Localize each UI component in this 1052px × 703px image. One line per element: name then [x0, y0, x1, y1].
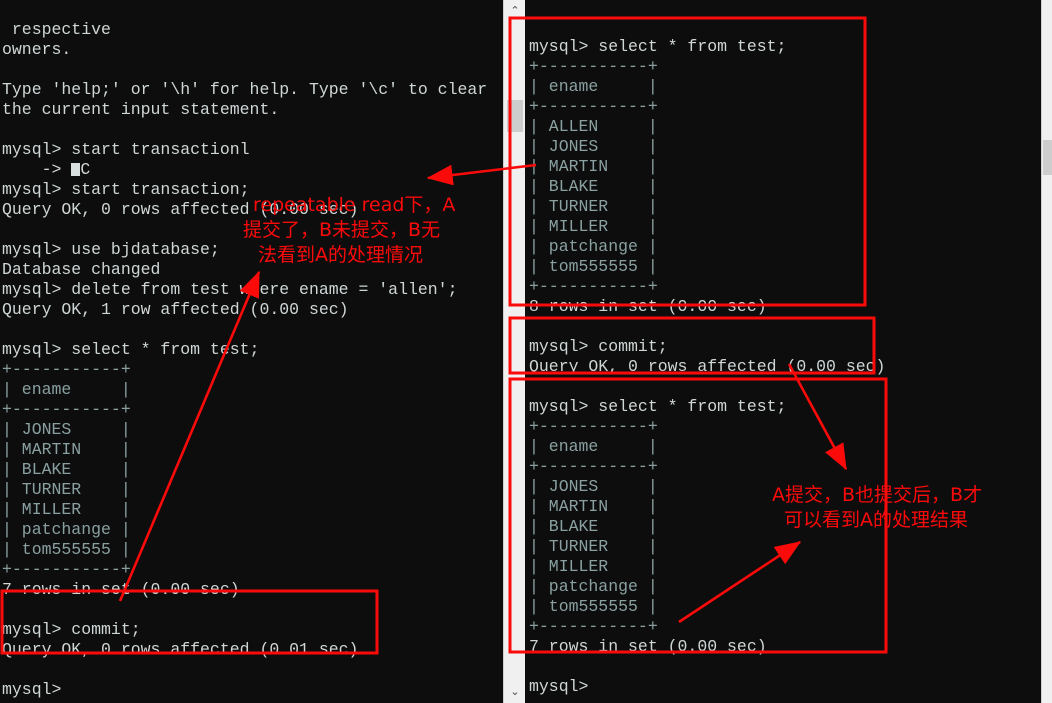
terminal-line: Query OK, 0 rows affected (0.01 sec) [2, 639, 359, 659]
terminal-line: | tom555555 | [529, 596, 658, 616]
terminal-line: mysql> select * from test; [529, 36, 787, 56]
left-terminal-text: respective owners. Type 'help;' or '\h' f… [0, 17, 487, 700]
terminal-line: | TURNER | [529, 536, 658, 556]
terminal-line: +-----------+ [529, 56, 658, 76]
terminal-line: +-----------+ [529, 456, 658, 476]
terminal-line: owners. [2, 39, 72, 59]
terminal-line: | tom555555 | [2, 539, 131, 559]
terminal-line: | patchange | [529, 236, 658, 256]
terminal-line: +-----------+ [2, 399, 131, 419]
terminal-line: | MARTIN | [2, 439, 131, 459]
scroll-down-icon[interactable]: ⌄ [504, 683, 526, 701]
terminal-line: +-----------+ [529, 276, 658, 296]
scroll-up-icon[interactable]: ⌃ [504, 2, 526, 20]
terminal-line: mysql> start transactionl [2, 139, 250, 159]
terminal-line: mysql> commit; [2, 619, 141, 639]
terminal-line: respective [2, 19, 111, 39]
terminal-line: mysql> commit; [529, 336, 668, 356]
terminal-line: | MILLER | [529, 556, 658, 576]
terminal-line: | JONES | [529, 136, 658, 156]
terminal-line: +-----------+ [529, 416, 658, 436]
terminal-line: | BLAKE | [2, 459, 131, 479]
scrollbar-thumb[interactable] [507, 100, 523, 132]
terminal-line: | patchange | [2, 519, 131, 539]
terminal-line: 8 rows in set (0.00 sec) [529, 296, 767, 316]
annotation-right-line2: 可以看到A的处理结果 [784, 509, 968, 531]
terminal-line: | TURNER | [2, 479, 131, 499]
terminal-line: mysql> select * from test; [529, 396, 787, 416]
annotation-right-line1: A提交，B也提交后，B才 [772, 484, 983, 506]
scrollbar-thumb[interactable] [1043, 140, 1052, 175]
terminal-line: | ename | [529, 76, 658, 96]
terminal-line: 7 rows in set (0.00 sec) [2, 579, 240, 599]
left-terminal-scrollbar[interactable]: ⌃ ⌄ [503, 0, 526, 703]
terminal-line: +-----------+ [529, 96, 658, 116]
terminal-line: Type 'help;' or '\h' for help. Type '\c'… [2, 79, 488, 99]
left-terminal-panel[interactable]: respective owners. Type 'help;' or '\h' f… [0, 0, 503, 703]
terminal-cursor [71, 162, 81, 176]
terminal-line: | MARTIN | [529, 156, 658, 176]
annotation-left-line3: 法看到A的处理情况 [258, 244, 423, 266]
right-terminal-scrollbar[interactable] [1041, 0, 1052, 703]
terminal-line: | ename | [2, 379, 131, 399]
terminal-line: +-----------+ [2, 559, 131, 579]
terminal-line: mysql> select * from test; [2, 339, 260, 359]
terminal-line: | BLAKE | [529, 176, 658, 196]
terminal-line: +-----------+ [529, 616, 658, 636]
terminal-line: Query OK, 0 rows affected (0.00 sec) [529, 356, 886, 376]
terminal-line: -> C [2, 159, 91, 179]
terminal-line: | ALLEN | [529, 116, 658, 136]
right-terminal-text: mysql> select * from test; +-----------+ |… [525, 17, 885, 697]
terminal-line: mysql> [2, 679, 62, 699]
terminal-line: mysql> [529, 676, 589, 696]
terminal-line: mysql> delete from test where ename = 'a… [2, 279, 458, 299]
terminal-line: 7 rows in set (0.00 sec) [529, 636, 767, 656]
annotation-left-line1: repeatable read下，A [253, 194, 456, 216]
right-terminal-panel[interactable]: mysql> select * from test; +-----------+ |… [525, 0, 1041, 703]
terminal-line: | MILLER | [2, 499, 131, 519]
terminal-line: | tom555555 | [529, 256, 658, 276]
terminal-line: | patchange | [529, 576, 658, 596]
terminal-line: | MILLER | [529, 216, 658, 236]
terminal-line: +-----------+ [2, 359, 131, 379]
terminal-line: | JONES | [2, 419, 131, 439]
annotation-left-line2: 提交了，B未提交，B无 [243, 219, 441, 241]
terminal-line: the current input statement. [2, 99, 280, 119]
terminal-line: | ename | [529, 436, 658, 456]
terminal-line: | TURNER | [529, 196, 658, 216]
terminal-line: Query OK, 1 row affected (0.00 sec) [2, 299, 349, 319]
